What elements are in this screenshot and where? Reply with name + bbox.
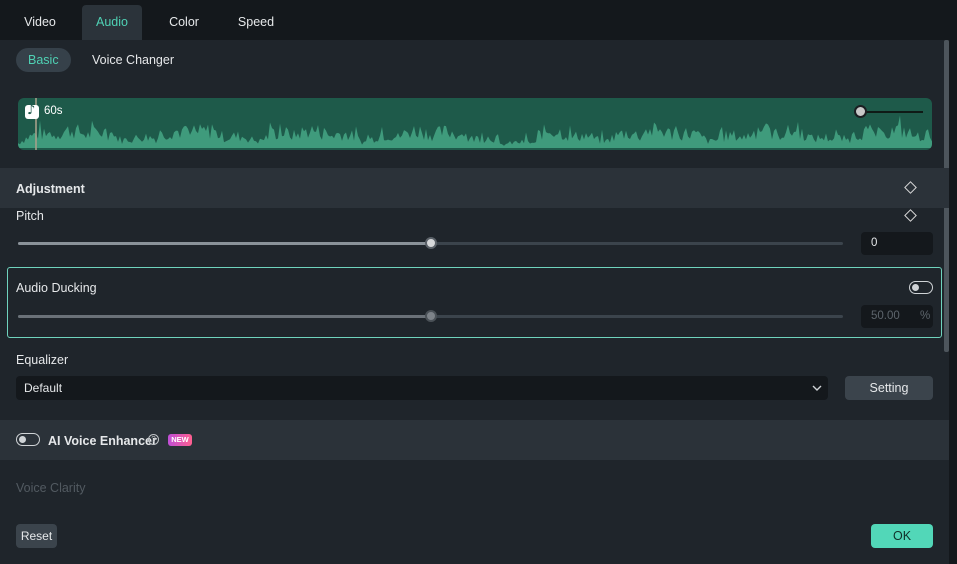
chevron-down-icon	[812, 385, 822, 391]
pitch-label: Pitch	[16, 209, 44, 223]
scrollbar-track[interactable]	[949, 40, 957, 564]
clip-duration: 60s	[44, 105, 63, 117]
waveform-volume-track[interactable]	[861, 111, 923, 113]
tab-audio[interactable]: Audio	[82, 5, 142, 40]
audio-ducking-unit: %	[920, 310, 931, 322]
pitch-slider-fill	[18, 242, 431, 245]
audio-ducking-slider-fill	[18, 315, 431, 318]
pitch-slider-knob[interactable]	[424, 237, 437, 249]
help-icon[interactable]: ?	[148, 434, 159, 445]
waveform-volume-knob[interactable]	[854, 105, 867, 118]
audio-ducking-label: Audio Ducking	[16, 281, 97, 295]
tab-bar	[0, 0, 957, 40]
ai-voice-enhancer-label: AI Voice Enhancer	[48, 434, 157, 448]
equalizer-setting-button[interactable]: Setting	[845, 376, 933, 400]
adjustment-title: Adjustment	[16, 182, 85, 196]
ok-button[interactable]: OK	[871, 524, 933, 548]
adjustment-section-header[interactable]	[0, 168, 949, 208]
subtab-voice-changer[interactable]: Voice Changer	[80, 48, 186, 72]
voice-clarity-label: Voice Clarity	[16, 481, 86, 495]
music-note-icon	[25, 103, 39, 119]
reset-button[interactable]: Reset	[16, 524, 57, 548]
audio-waveform[interactable]: 60s	[18, 98, 932, 150]
pitch-value: 0	[871, 237, 878, 249]
subtab-basic[interactable]: Basic	[16, 48, 71, 72]
pitch-value-input[interactable]: 0	[861, 232, 933, 255]
audio-ducking-value-input[interactable]: 50.00 %	[861, 305, 933, 328]
audio-ducking-slider-knob[interactable]	[424, 310, 437, 322]
equalizer-selected-value: Default	[24, 381, 63, 395]
audio-ducking-toggle[interactable]	[909, 281, 933, 294]
equalizer-select[interactable]: Default	[16, 376, 828, 400]
new-badge: NEW	[168, 434, 192, 446]
equalizer-label: Equalizer	[16, 353, 69, 367]
footer-bar	[0, 508, 949, 564]
tab-color[interactable]: Color	[154, 5, 214, 40]
audio-ducking-highlight	[7, 267, 942, 338]
tab-video[interactable]: Video	[5, 5, 75, 40]
waveform-shape	[18, 115, 932, 148]
audio-ducking-value: 50.00	[871, 310, 900, 322]
tab-speed[interactable]: Speed	[225, 5, 287, 40]
waveform-graphic	[18, 115, 932, 148]
ai-voice-enhancer-toggle[interactable]	[16, 433, 40, 446]
